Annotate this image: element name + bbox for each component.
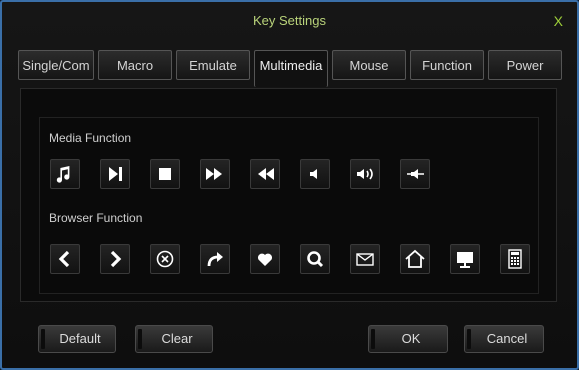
window-title: Key Settings [253, 13, 326, 28]
fast-forward-icon[interactable] [200, 159, 230, 189]
mute-icon[interactable] [400, 159, 430, 189]
music-note-icon[interactable] [50, 159, 80, 189]
forward-icon[interactable] [100, 244, 130, 274]
back-icon[interactable] [50, 244, 80, 274]
computer-icon[interactable] [450, 244, 480, 274]
stop-circle-icon[interactable] [150, 244, 180, 274]
button-grip [41, 329, 45, 349]
default-button[interactable]: Default [38, 325, 116, 353]
media-function-label: Media Function [49, 131, 132, 145]
tab-single-com[interactable]: Single/Com [18, 50, 94, 80]
clear-button[interactable]: Clear [135, 325, 213, 353]
volume-up-icon[interactable] [350, 159, 380, 189]
rewind-icon[interactable] [250, 159, 280, 189]
clear-button-label: Clear [161, 331, 193, 346]
tab-power[interactable]: Power [488, 50, 562, 80]
button-grip [138, 329, 142, 349]
close-button[interactable]: X [554, 13, 563, 29]
cancel-button[interactable]: Cancel [464, 325, 544, 353]
tab-multimedia[interactable]: Multimedia [254, 50, 328, 87]
home-icon[interactable] [400, 244, 430, 274]
multimedia-panel: Media Function Browser Function [20, 88, 557, 302]
stop-icon[interactable] [150, 159, 180, 189]
function-group-box: Media Function Browser Function [39, 117, 539, 294]
cancel-button-label: Cancel [486, 331, 528, 346]
button-grip [371, 329, 375, 349]
calculator-icon[interactable] [500, 244, 530, 274]
ok-button-label: OK [401, 331, 421, 346]
default-button-label: Default [59, 331, 101, 346]
tab-mouse[interactable]: Mouse [332, 50, 406, 80]
button-grip [467, 329, 471, 349]
key-settings-window: Key Settings X Single/Com Macro Emulate … [0, 0, 579, 370]
play-pause-icon[interactable] [100, 159, 130, 189]
mail-icon[interactable] [350, 244, 380, 274]
ok-button[interactable]: OK [368, 325, 448, 353]
search-icon[interactable] [300, 244, 330, 274]
title-bar: Key Settings X [2, 2, 577, 42]
refresh-icon[interactable] [200, 244, 230, 274]
tab-emulate[interactable]: Emulate [176, 50, 250, 80]
favorites-icon[interactable] [250, 244, 280, 274]
tab-function[interactable]: Function [410, 50, 484, 80]
browser-function-label: Browser Function [49, 211, 143, 225]
tab-macro[interactable]: Macro [98, 50, 172, 80]
volume-down-icon[interactable] [300, 159, 330, 189]
